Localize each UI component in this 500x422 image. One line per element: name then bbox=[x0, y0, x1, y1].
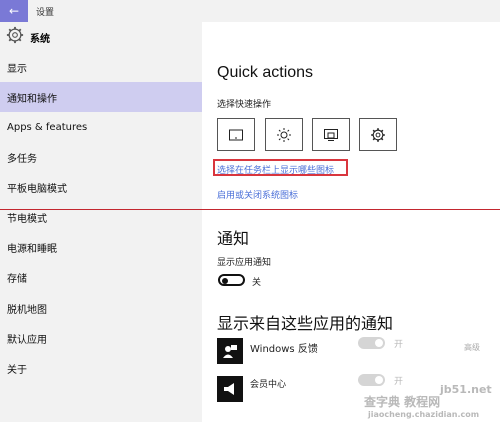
toggle-state-label: 关 bbox=[252, 278, 262, 288]
title-bar: ← 设置 bbox=[0, 0, 500, 22]
sidebar-item-label: 显示 bbox=[7, 63, 27, 75]
megaphone-icon bbox=[224, 383, 234, 395]
back-button[interactable]: ← bbox=[0, 0, 28, 22]
sidebar-item-offline-maps[interactable]: 脱机地图 bbox=[0, 293, 202, 323]
app-notifications-heading: 显示来自这些应用的通知 bbox=[217, 316, 394, 333]
taskbar-icons-link[interactable]: 选择在任务栏上显示哪些图标 bbox=[217, 163, 334, 176]
notifications-toggle[interactable] bbox=[218, 274, 245, 286]
sidebar-item-label: 存储 bbox=[7, 273, 27, 285]
app-name: Windows 反馈 bbox=[250, 344, 318, 355]
sidebar-item-label: 关于 bbox=[7, 364, 27, 376]
app-toggle-feedback[interactable] bbox=[358, 337, 385, 349]
app-name: 会员中心 bbox=[250, 380, 287, 390]
sidebar-item-apps[interactable]: Apps & features bbox=[0, 112, 202, 142]
notifications-heading: 通知 bbox=[217, 231, 250, 248]
sidebar-item-label: 通知和操作 bbox=[7, 93, 57, 105]
system-icons-link[interactable]: 启用或关闭系统图标 bbox=[217, 188, 298, 201]
project-icon bbox=[324, 128, 338, 141]
red-divider-line bbox=[0, 209, 500, 210]
sidebar-item-multitasking[interactable]: 多任务 bbox=[0, 142, 202, 172]
quick-action-tile-settings[interactable] bbox=[359, 118, 397, 151]
toggle-knob bbox=[375, 376, 383, 384]
watermark-text: 查字典 教程网 bbox=[364, 395, 441, 409]
sidebar-item-tablet-mode[interactable]: 平板电脑模式 bbox=[0, 172, 202, 202]
sidebar-title: 系统 bbox=[30, 34, 50, 45]
toggle-knob bbox=[222, 277, 228, 284]
app-toggle-state: 开 bbox=[394, 340, 404, 350]
sidebar: 系统 显示 通知和操作 Apps & features 多任务 平板电脑模式 节… bbox=[0, 22, 202, 422]
sidebar-item-about[interactable]: 关于 bbox=[0, 353, 202, 383]
sidebar-item-notifications[interactable]: 通知和操作 bbox=[0, 82, 202, 112]
sidebar-item-label: 脱机地图 bbox=[7, 304, 47, 316]
show-app-notifications-label: 显示应用通知 bbox=[217, 258, 272, 268]
sidebar-item-default-apps[interactable]: 默认应用 bbox=[0, 323, 202, 353]
quick-actions-heading: Quick actions bbox=[217, 64, 314, 81]
toggle-knob bbox=[375, 339, 383, 347]
back-arrow-icon: ← bbox=[8, 4, 20, 18]
member-center-app-icon bbox=[217, 376, 243, 402]
sidebar-item-label: 电源和睡眠 bbox=[7, 243, 57, 255]
brightness-icon bbox=[277, 127, 291, 142]
sidebar-item-storage[interactable]: 存储 bbox=[0, 262, 202, 292]
window-title: 设置 bbox=[36, 8, 55, 18]
sidebar-item-label: 默认应用 bbox=[7, 334, 47, 346]
sidebar-item-display[interactable]: 显示 bbox=[0, 52, 202, 82]
quick-action-tile-tablet[interactable] bbox=[217, 118, 255, 151]
app-priority-label: 高级 bbox=[464, 343, 480, 352]
gear-icon bbox=[6, 26, 24, 44]
settings-icon bbox=[371, 127, 385, 142]
sidebar-header: 系统 bbox=[0, 22, 202, 52]
tablet-mode-icon bbox=[229, 129, 243, 140]
sidebar-item-label: 多任务 bbox=[7, 153, 37, 165]
quick-actions-subtitle: 选择快速操作 bbox=[217, 100, 272, 110]
quick-action-tile-brightness[interactable] bbox=[265, 118, 303, 151]
app-toggle-member-center[interactable] bbox=[358, 374, 385, 386]
sidebar-item-battery-saver[interactable]: 节电模式 bbox=[0, 202, 202, 232]
sidebar-item-power-sleep[interactable]: 电源和睡眠 bbox=[0, 232, 202, 262]
feedback-app-icon bbox=[217, 338, 243, 364]
sidebar-item-label: 节电模式 bbox=[7, 213, 47, 225]
watermark-url: jiaocheng.chazidian.com bbox=[368, 410, 480, 419]
sidebar-item-label: Apps & features bbox=[7, 121, 88, 133]
watermark-site: jb51.net bbox=[440, 383, 492, 396]
quick-action-tile-project[interactable] bbox=[312, 118, 350, 151]
main-panel: Quick actions 选择快速操作 选择在任务栏上显示哪些图标 启用或关闭… bbox=[202, 22, 500, 422]
sidebar-item-label: 平板电脑模式 bbox=[7, 183, 67, 195]
app-toggle-state: 开 bbox=[394, 377, 404, 387]
feedback-icon bbox=[223, 345, 237, 358]
